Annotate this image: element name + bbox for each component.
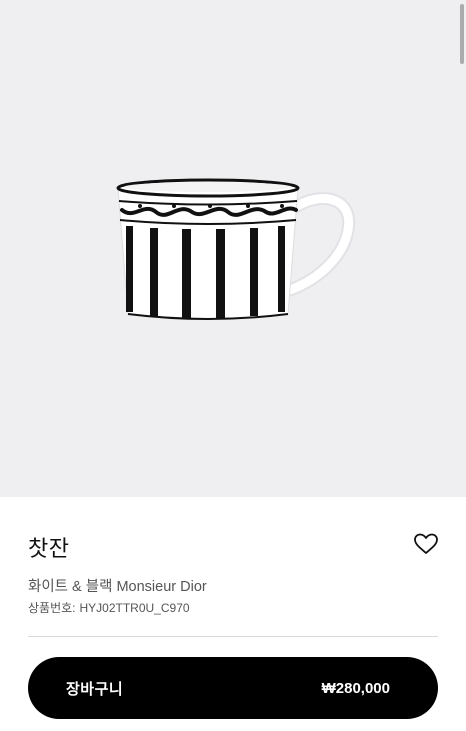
scrollbar[interactable] [460,4,464,64]
add-to-cart-button[interactable]: 장바구니 ₩280,000 [28,657,438,719]
cart-button-label: 장바구니 [66,679,124,698]
heart-outline-icon[interactable] [413,532,439,556]
product-image-area [0,0,466,497]
divider [28,636,438,637]
product-code: 상품번호: HYJ02TTR0U_C970 [28,599,190,616]
product-title: 찻잔 [28,537,70,562]
cart-button-price: ₩280,000 [321,679,390,697]
product-info-panel: 찻잔 화이트 & 블랙 Monsieur Dior 상품번호: HYJ02TTR0… [0,497,466,731]
product-code-label: 상품번호: [28,601,76,615]
product-subtitle: 화이트 & 블랙 Monsieur Dior [28,579,207,595]
teacup-image [108,168,358,328]
product-code-value: HYJ02TTR0U_C970 [79,601,190,615]
